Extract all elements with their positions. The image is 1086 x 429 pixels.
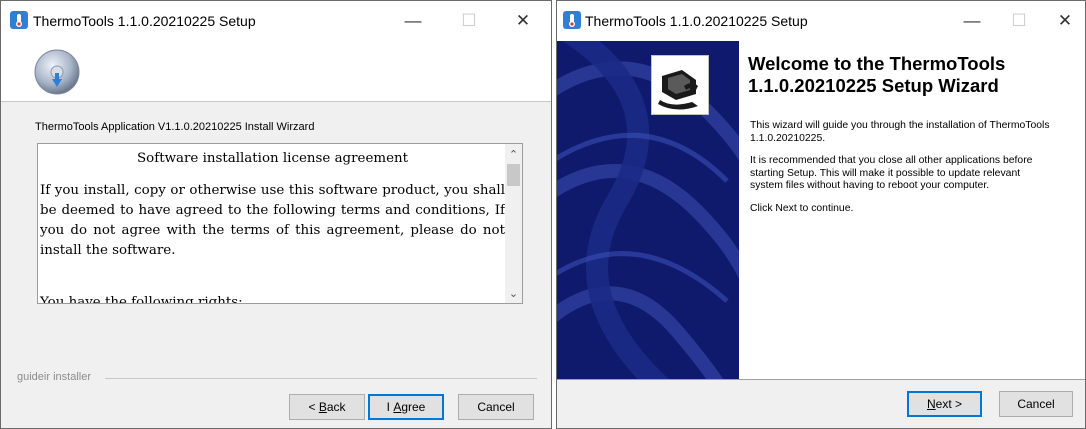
cancel-button[interactable]: Cancel xyxy=(458,394,534,420)
welcome-heading: Welcome to the ThermoTools 1.1.0.2021022… xyxy=(748,53,1006,96)
welcome-body: This wizard will guide you through the i… xyxy=(750,120,1050,225)
agree-label-rest: gree xyxy=(401,400,426,414)
license-heading: Software installation license agreement xyxy=(137,151,408,166)
installer-brand-label: guideir installer xyxy=(17,371,91,383)
next-button[interactable]: Next > xyxy=(907,391,982,417)
installer-disc-icon xyxy=(34,49,80,95)
window-title: ThermoTools 1.1.0.20210225 Setup xyxy=(33,13,256,29)
scroll-up-icon[interactable]: ⌃ xyxy=(505,146,522,162)
license-scrollbar[interactable]: ⌃ ⌄ xyxy=(505,144,522,303)
welcome-paragraph: This wizard will guide you through the i… xyxy=(750,120,1050,144)
wizard-sidebar-graphic xyxy=(557,41,739,379)
license-textbox[interactable]: Software installation license agreement … xyxy=(37,143,523,304)
title-bar[interactable]: ThermoTools 1.1.0.20210225 Setup — ☐ ✕ xyxy=(1,1,551,41)
installer-divider xyxy=(105,378,537,379)
next-label-rest: ext > xyxy=(935,397,963,411)
setup-computer-icon xyxy=(651,55,709,115)
title-bar[interactable]: ThermoTools 1.1.0.20210225 Setup — ☐ ✕ xyxy=(557,1,1085,41)
window-title: ThermoTools 1.1.0.20210225 Setup xyxy=(585,13,808,29)
back-label-mnemonic: B xyxy=(318,400,327,414)
button-area-divider xyxy=(557,379,1085,380)
sidebar-swirl-graphic xyxy=(557,41,739,379)
wizard-caption: ThermoTools Application V1.1.0.20210225 … xyxy=(35,121,315,133)
scroll-down-icon[interactable]: ⌄ xyxy=(505,285,522,301)
back-label-prefix: < xyxy=(308,400,319,414)
minimize-icon[interactable]: — xyxy=(393,7,433,35)
agree-label-mnemonic: A xyxy=(393,400,402,414)
license-next-line: You have the following rights: xyxy=(40,295,243,304)
close-icon[interactable]: ✕ xyxy=(1045,7,1085,35)
license-body: If you install, copy or otherwise use th… xyxy=(40,183,505,258)
welcome-paragraph: It is recommended that you close all oth… xyxy=(750,155,1033,191)
agree-button[interactable]: I Agree xyxy=(368,394,444,420)
minimize-icon[interactable]: — xyxy=(952,7,992,35)
agree-label-prefix: I xyxy=(386,400,394,414)
wizard-header xyxy=(1,41,551,102)
installer-app-icon xyxy=(10,11,28,29)
welcome-paragraph: Click Next to continue. xyxy=(750,202,854,214)
back-label-rest: ack xyxy=(326,400,346,414)
welcome-setup-window: ThermoTools 1.1.0.20210225 Setup — ☐ ✕ W… xyxy=(556,0,1086,429)
cancel-button[interactable]: Cancel xyxy=(999,391,1073,417)
installer-app-icon xyxy=(563,11,581,29)
license-setup-window: ThermoTools 1.1.0.20210225 Setup — ☐ ✕ T… xyxy=(0,0,552,429)
back-button[interactable]: < Back xyxy=(289,394,365,420)
maximize-icon: ☐ xyxy=(461,11,477,30)
next-label-mnemonic: N xyxy=(926,397,936,411)
license-text: Software installation license agreement … xyxy=(40,149,505,304)
close-icon[interactable]: ✕ xyxy=(503,7,543,35)
scroll-thumb[interactable] xyxy=(507,164,520,186)
maximize-icon: ☐ xyxy=(1011,11,1027,30)
